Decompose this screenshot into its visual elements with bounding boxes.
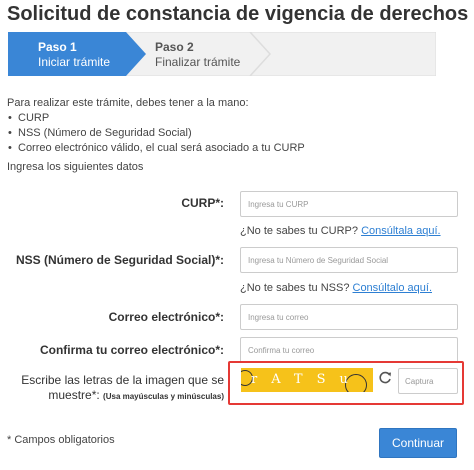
requirements-section: Para realizar este trámite, debes tener … <box>7 96 305 156</box>
captcha-label-note: (Usa mayúsculas y minúsculas) <box>103 392 224 401</box>
curp-lookup-link[interactable]: Consúltala aquí. <box>361 225 441 237</box>
requirements-intro: Para realizar este trámite, debes tener … <box>7 97 249 109</box>
step-1-label: Iniciar trámite <box>38 55 111 69</box>
nss-help: ¿No te sabes tu NSS? Consúltalo aquí. <box>240 282 432 294</box>
required-note: * Campos obligatorios <box>7 434 115 446</box>
nss-input[interactable] <box>240 247 458 273</box>
continue-button[interactable]: Continuar <box>379 428 457 458</box>
email-confirm-label: Confirma tu correo electrónico*: <box>39 343 224 357</box>
captcha-label: Escribe las letras de la imagen que se m… <box>21 373 224 404</box>
nss-label: NSS (Número de Seguridad Social)*: <box>15 253 224 267</box>
curp-help-text: ¿No te sabes tu CURP? <box>240 225 362 237</box>
captcha-input[interactable] <box>398 368 458 394</box>
curp-label: CURP*: <box>181 196 224 210</box>
refresh-icon[interactable] <box>377 370 393 386</box>
captcha-label-required: muestre*: <box>48 388 100 402</box>
captcha-image: rATSu <box>241 368 373 392</box>
step-2-label: Finalizar trámite <box>155 55 241 69</box>
step-1-number: Paso 1 <box>38 40 77 54</box>
requirement-item: CURP <box>7 111 305 126</box>
requirement-item: NSS (Número de Seguridad Social) <box>7 126 305 141</box>
captcha-label-line1: Escribe las letras de la imagen que se <box>21 373 224 387</box>
email-input[interactable] <box>240 304 458 330</box>
nss-help-text: ¿No te sabes tu NSS? <box>240 282 353 294</box>
step-2: Paso 2 Finalizar trámite <box>155 40 240 70</box>
email-label: Correo electrónico*: <box>108 310 224 324</box>
nss-lookup-link[interactable]: Consúltalo aquí. <box>353 282 433 294</box>
requirement-item: Correo electrónico válido, el cual será … <box>7 141 305 156</box>
form-subtitle: Ingresa los siguientes datos <box>7 161 144 173</box>
curp-help: ¿No te sabes tu CURP? Consúltala aquí. <box>240 225 441 237</box>
page-title: Solicitud de constancia de vigencia de d… <box>7 3 469 25</box>
requirements-list: CURP NSS (Número de Seguridad Social) Co… <box>7 111 305 156</box>
step-2-number: Paso 2 <box>155 40 194 54</box>
captcha-image-text: rATSu <box>251 372 362 387</box>
progress-stepper: Paso 1 Iniciar trámite Paso 2 Finalizar … <box>8 32 436 76</box>
captcha-label-line2: muestre*: (Usa mayúsculas y minúsculas) <box>21 388 224 404</box>
email-confirm-input[interactable] <box>240 337 458 363</box>
step-1: Paso 1 Iniciar trámite <box>38 40 110 70</box>
curp-input[interactable] <box>240 191 458 217</box>
